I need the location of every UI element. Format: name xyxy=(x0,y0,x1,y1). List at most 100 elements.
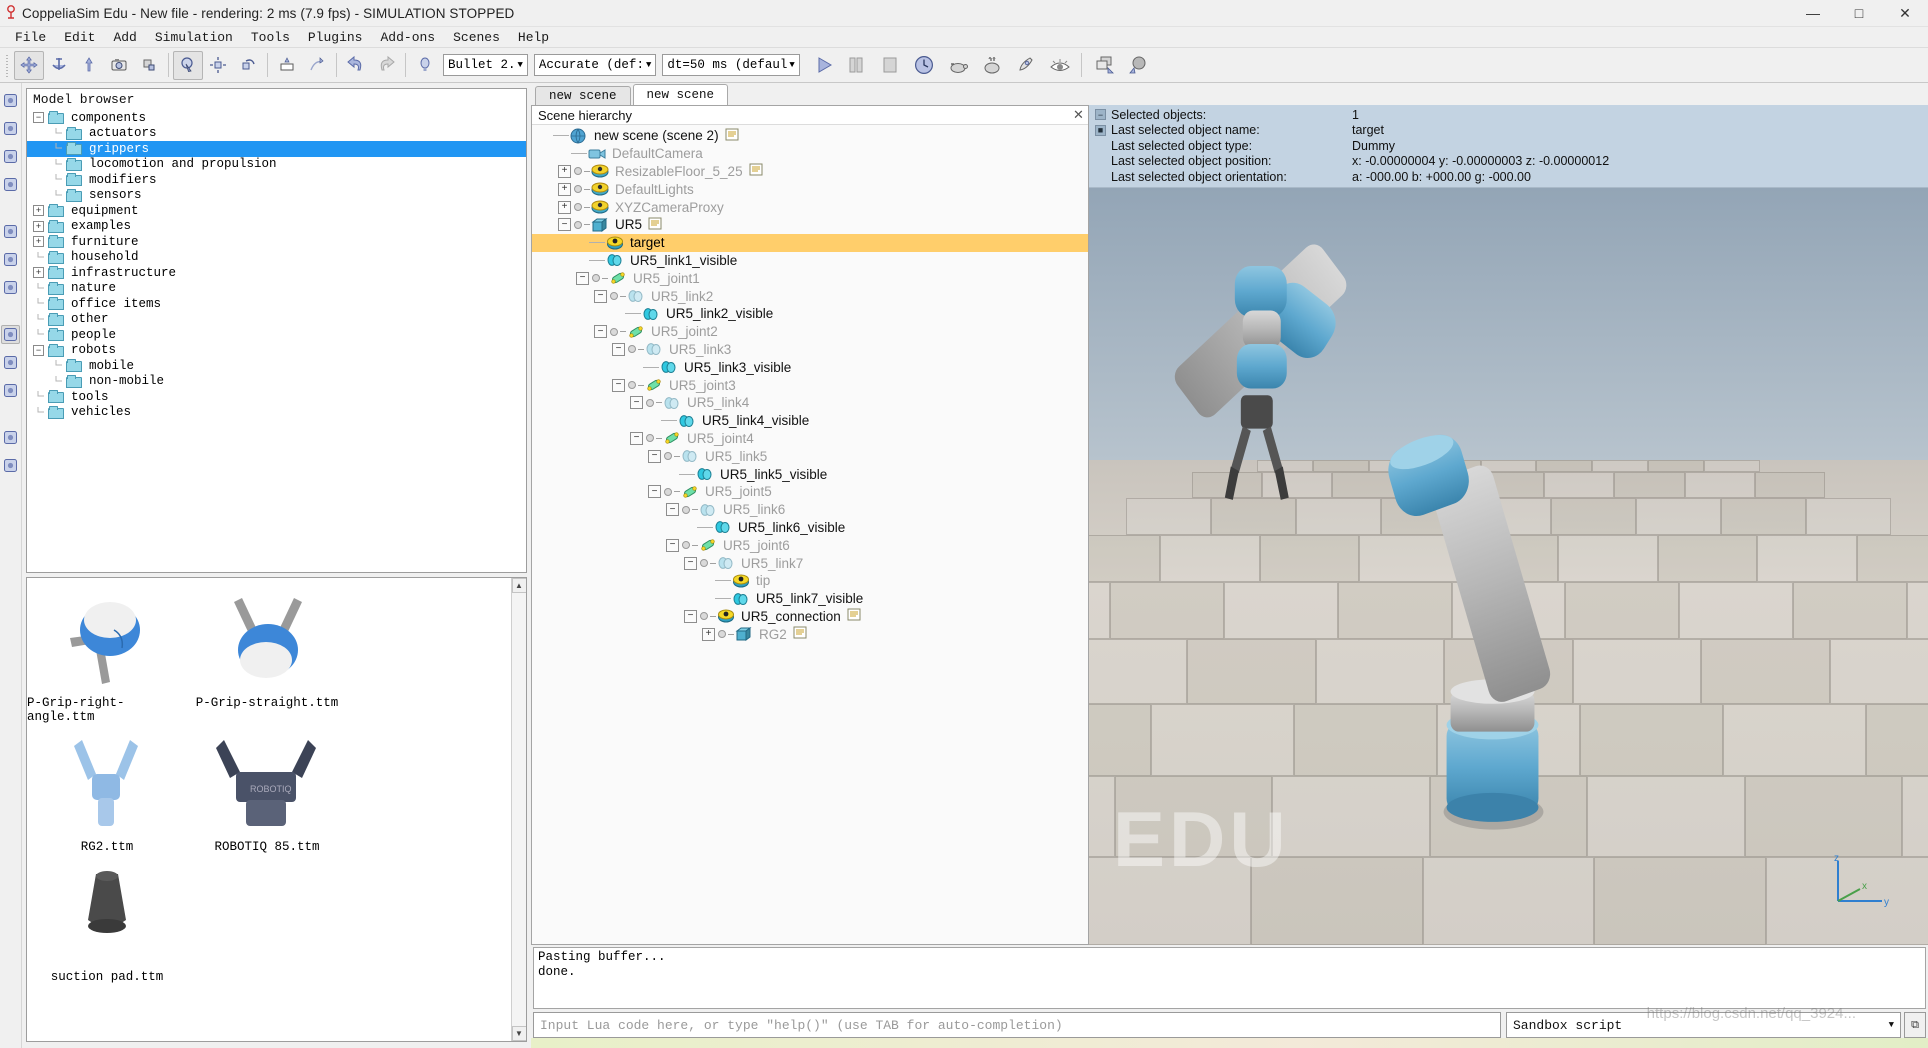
dynamics-icon[interactable] xyxy=(1,147,20,166)
model-icon[interactable] xyxy=(590,217,610,233)
object-state-dot-icon[interactable] xyxy=(646,434,654,443)
model-thumbnail-item[interactable]: P-Grip-right-angle.ttm xyxy=(27,584,187,728)
hierarchy-item[interactable]: − UR5_link2 xyxy=(532,287,1088,305)
object-state-dot-icon[interactable] xyxy=(610,327,618,336)
maximize-button[interactable]: □ xyxy=(1836,0,1882,27)
dummy-icon[interactable] xyxy=(716,608,736,624)
hierarchy-item[interactable]: − UR5_joint3 xyxy=(532,376,1088,394)
script-target-select[interactable]: Sandbox script ▼ xyxy=(1506,1012,1901,1038)
object-state-dot-icon[interactable] xyxy=(718,630,726,639)
collapse-icon[interactable]: − xyxy=(648,449,661,463)
collapse-icon[interactable]: − xyxy=(576,271,589,285)
model-browser-item[interactable]: modifiers xyxy=(27,172,526,188)
scene-hierarchy-icon[interactable] xyxy=(1,353,20,372)
pause-simulation-button[interactable] xyxy=(839,51,873,80)
joint-icon[interactable] xyxy=(680,484,700,500)
hierarchy-item[interactable]: − UR5 xyxy=(532,216,1088,234)
link-icon[interactable] xyxy=(695,466,715,482)
link-icon[interactable] xyxy=(641,306,661,322)
expand-icon[interactable]: + xyxy=(558,164,571,178)
path-icon[interactable] xyxy=(1,278,20,297)
object-rotate-icon[interactable] xyxy=(44,51,74,80)
object-state-dot-icon[interactable] xyxy=(682,505,690,514)
model-browser-item[interactable]: vehicles xyxy=(27,405,526,421)
shape-icon[interactable] xyxy=(590,163,610,179)
collapse-icon[interactable]: − xyxy=(594,325,607,339)
viewport[interactable]: EDU y z x xyxy=(1089,187,1928,945)
start-simulation-button[interactable] xyxy=(809,51,839,80)
hierarchy-item[interactable]: UR5_link1_visible xyxy=(532,252,1088,270)
layers-icon[interactable] xyxy=(1086,51,1122,80)
object-translate-icon[interactable] xyxy=(74,51,104,80)
redo-icon[interactable] xyxy=(371,51,401,80)
hierarchy-item[interactable]: − UR5_joint5 xyxy=(532,483,1088,501)
joint-icon[interactable] xyxy=(662,430,682,446)
speed-up-rabbit-icon[interactable] xyxy=(975,51,1009,80)
model-thumbnail-item[interactable]: P-Grip-straight.ttm xyxy=(187,584,347,728)
scene-tab[interactable]: new scene xyxy=(535,86,631,105)
rg2-gripper-thumbnail[interactable] xyxy=(52,730,162,838)
link-icon-dim[interactable] xyxy=(626,288,646,304)
menu-item-file[interactable]: File xyxy=(6,29,55,46)
scene-globe-icon[interactable] xyxy=(569,128,589,144)
model-browser-item[interactable]: tools xyxy=(27,389,526,405)
stop-simulation-button[interactable] xyxy=(873,51,907,80)
toolbar-grip[interactable] xyxy=(4,52,12,78)
shape-icon[interactable] xyxy=(590,181,610,197)
model-browser-item[interactable]: sensors xyxy=(27,188,526,204)
rocket-thread-icon[interactable] xyxy=(1009,51,1043,80)
scripts-icon[interactable] xyxy=(1,222,20,241)
close-icon[interactable]: ✕ xyxy=(1069,107,1088,123)
hierarchy-item[interactable]: − UR5_joint2 xyxy=(532,323,1088,341)
settings-icon[interactable] xyxy=(1,456,20,475)
expand-icon[interactable]: + xyxy=(558,182,571,196)
link-icon[interactable] xyxy=(605,252,625,268)
collapse-icon[interactable]: − xyxy=(630,431,643,445)
collapse-icon[interactable]: − xyxy=(594,289,607,303)
menu-item-plugins[interactable]: Plugins xyxy=(299,29,372,46)
scene-hierarchy-tree[interactable]: new scene (scene 2) DefaultCamera + Resizab… xyxy=(532,125,1088,944)
suction-pad-thumbnail[interactable] xyxy=(52,860,162,968)
joint-icon[interactable] xyxy=(626,324,646,340)
collapse-icon[interactable]: − xyxy=(630,396,643,410)
model-thumbnail-item[interactable]: RG2.ttm xyxy=(27,728,187,858)
hierarchy-item[interactable]: − UR5_joint6 xyxy=(532,536,1088,554)
script-icon[interactable] xyxy=(847,608,861,624)
shape-icon[interactable] xyxy=(590,199,610,215)
model-browser-item[interactable]: + furniture xyxy=(27,234,526,250)
model-browser-item[interactable]: + infrastructure xyxy=(27,265,526,281)
user-settings-icon[interactable] xyxy=(1,175,20,194)
menu-item-edit[interactable]: Edit xyxy=(55,29,104,46)
hierarchy-item[interactable]: − UR5_link5 xyxy=(532,447,1088,465)
light-bulb-icon[interactable] xyxy=(410,51,440,80)
hierarchy-item[interactable]: − UR5_connection xyxy=(532,608,1088,626)
menu-item-tools[interactable]: Tools xyxy=(242,29,299,46)
lua-code-input[interactable]: Input Lua code here, or type "help()" (u… xyxy=(533,1012,1501,1038)
model-browser-item[interactable]: + equipment xyxy=(27,203,526,219)
link-icon-dim[interactable] xyxy=(698,502,718,518)
dummy-icon[interactable] xyxy=(731,573,751,589)
joint-icon[interactable] xyxy=(608,270,628,286)
model-browser-item[interactable]: people xyxy=(27,327,526,343)
collapse-icon[interactable]: − xyxy=(684,609,697,623)
collapse-icon[interactable]: − xyxy=(648,485,661,499)
popout-console-button[interactable]: ⧉ xyxy=(1904,1012,1926,1038)
menu-item-scenes[interactable]: Scenes xyxy=(444,29,509,46)
calculation-modules-icon[interactable] xyxy=(1,119,20,138)
object-shift-icon[interactable] xyxy=(14,50,44,80)
info-toggle-icon[interactable]: ■ xyxy=(1095,124,1106,136)
robotiq85-gripper-thumbnail[interactable]: ROBOTIQ xyxy=(202,730,332,838)
expand-icon[interactable]: + xyxy=(33,220,44,232)
hierarchy-item[interactable]: − UR5_link3 xyxy=(532,341,1088,359)
object-state-dot-icon[interactable] xyxy=(610,292,618,301)
expand-icon[interactable]: + xyxy=(702,627,715,641)
model-browser-item[interactable]: actuators xyxy=(27,126,526,142)
object-state-dot-icon[interactable] xyxy=(664,487,672,496)
link-icon-dim[interactable] xyxy=(662,395,682,411)
object-state-dot-icon[interactable] xyxy=(700,559,708,568)
hierarchy-item[interactable]: UR5_link4_visible xyxy=(532,412,1088,430)
model-browser-item[interactable]: non-mobile xyxy=(27,374,526,390)
expand-icon[interactable]: + xyxy=(33,205,44,217)
model-browser-item[interactable]: − robots xyxy=(27,343,526,359)
hierarchy-item[interactable]: − UR5_joint1 xyxy=(532,269,1088,287)
